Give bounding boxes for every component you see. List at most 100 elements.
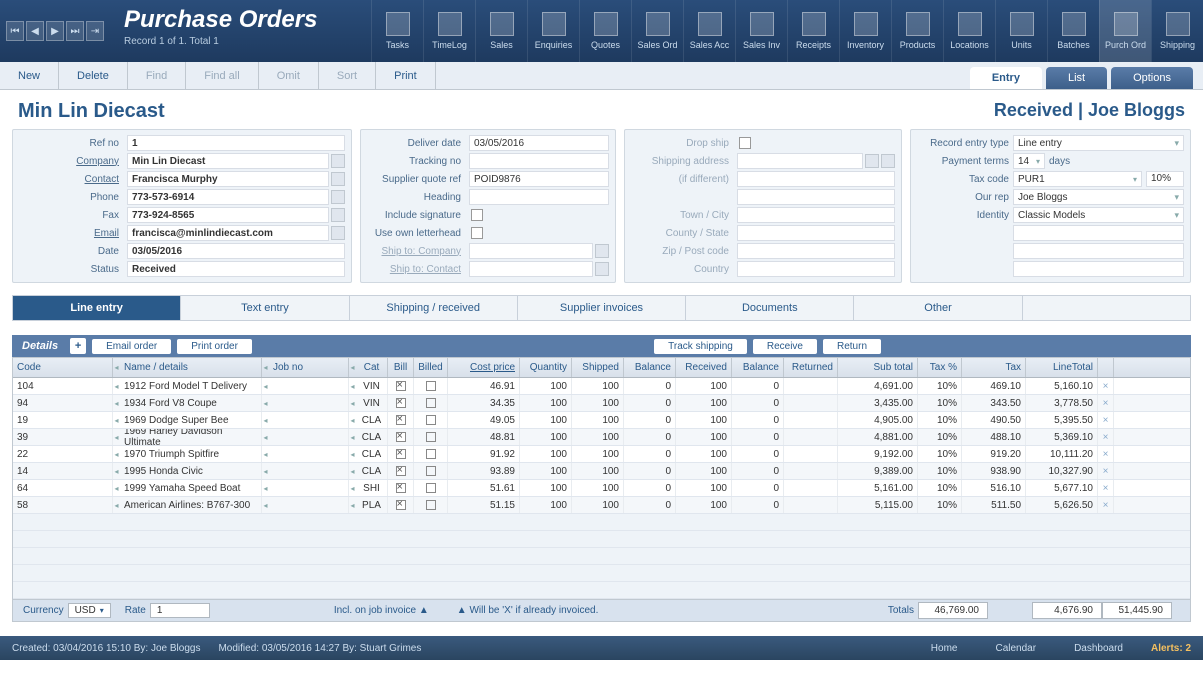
find-button[interactable]: Find <box>128 62 186 89</box>
topicon-sales-inv[interactable]: Sales Inv <box>735 0 787 62</box>
nav-first[interactable]: ⏮ <box>6 21 24 41</box>
col-cost[interactable]: Cost price <box>448 358 520 377</box>
cell-cost[interactable]: 34.35 <box>448 395 520 411</box>
col-ret[interactable]: Returned <box>784 358 838 377</box>
rate-input[interactable]: 1 <box>150 603 210 618</box>
tab-options[interactable]: Options <box>1111 67 1193 89</box>
topicon-shipping[interactable]: Shipping <box>1151 0 1203 62</box>
sort-button[interactable]: Sort <box>319 62 376 89</box>
zip-field[interactable] <box>737 243 895 259</box>
subtab-line-entry[interactable]: Line entry <box>13 296 181 320</box>
cell-cat[interactable]: PLA <box>356 497 388 513</box>
cell-name[interactable]: 1934 Ford V8 Coupe <box>120 395 262 411</box>
email-label[interactable]: Email <box>19 228 127 239</box>
topicon-sales[interactable]: Sales <box>475 0 527 62</box>
col-lt[interactable]: LineTotal <box>1026 358 1098 377</box>
phone-field[interactable]: 773-573-6914 <box>127 189 329 205</box>
shipct-label[interactable]: Ship to: Contact <box>367 264 469 275</box>
col-bal2[interactable]: Balance <box>732 358 784 377</box>
cell-billed[interactable] <box>414 412 448 428</box>
shipct-field[interactable] <box>469 261 593 277</box>
status-field[interactable]: Received <box>127 261 345 277</box>
col-bal1[interactable]: Balance <box>624 358 676 377</box>
company-lookup-icon[interactable] <box>331 154 345 168</box>
delete-row-icon[interactable]: × <box>1098 429 1114 445</box>
table-row[interactable]: 39◂1969 Harley Davidson Ultimate◂◂CLA48.… <box>13 429 1190 446</box>
topicon-products[interactable]: Products <box>891 0 943 62</box>
email-field[interactable]: francisca@minlindiecast.com <box>127 225 329 241</box>
cell-qty[interactable]: 100 <box>520 395 572 411</box>
cell-ship[interactable]: 100 <box>572 412 624 428</box>
cell-job[interactable] <box>269 480 349 496</box>
map-icon[interactable] <box>881 154 895 168</box>
delete-row-icon[interactable]: × <box>1098 480 1114 496</box>
topicon-sales-ord[interactable]: Sales Ord <box>631 0 683 62</box>
addr2-field[interactable] <box>737 189 895 205</box>
cell-cost[interactable]: 49.05 <box>448 412 520 428</box>
cell-name[interactable]: 1970 Triumph Spitfire <box>120 446 262 462</box>
print-order-button[interactable]: Print order <box>177 339 252 354</box>
diff-field[interactable] <box>737 171 895 187</box>
topicon-inventory[interactable]: Inventory <box>839 0 891 62</box>
col-recv[interactable]: Received <box>676 358 732 377</box>
col-qty[interactable]: Quantity <box>520 358 572 377</box>
letterhead-checkbox[interactable] <box>471 227 483 239</box>
cell-recv[interactable]: 100 <box>676 395 732 411</box>
dropship-checkbox[interactable] <box>739 137 751 149</box>
table-row[interactable]: 14◂1995 Honda Civic◂◂CLA93.8910010001000… <box>13 463 1190 480</box>
cell-name[interactable]: 1969 Dodge Super Bee <box>120 412 262 428</box>
delete-row-icon[interactable]: × <box>1098 446 1114 462</box>
phone-icon[interactable] <box>331 190 345 204</box>
cell-bill[interactable] <box>388 378 414 394</box>
subtab-shipping-received[interactable]: Shipping / received <box>350 296 518 320</box>
cell-ret[interactable] <box>784 395 838 411</box>
cell-code[interactable]: 14 <box>13 463 113 479</box>
shipaddr-field[interactable] <box>737 153 863 169</box>
cell-code[interactable]: 22 <box>13 446 113 462</box>
cell-ship[interactable]: 100 <box>572 378 624 394</box>
cell-cat[interactable]: VIN <box>356 378 388 394</box>
cell-ship[interactable]: 100 <box>572 446 624 462</box>
cell-recv[interactable]: 100 <box>676 412 732 428</box>
pin-icon[interactable] <box>865 154 879 168</box>
delete-row-icon[interactable]: × <box>1098 395 1114 411</box>
topicon-purch-ord[interactable]: Purch Ord <box>1099 0 1151 62</box>
cell-name[interactable]: 1995 Honda Civic <box>120 463 262 479</box>
dashboard-button[interactable]: Dashboard <box>1064 643 1133 654</box>
cell-billed[interactable] <box>414 480 448 496</box>
deliver-field[interactable]: 03/05/2016 <box>469 135 609 151</box>
new-button[interactable]: New <box>0 62 59 89</box>
topicon-receipts[interactable]: Receipts <box>787 0 839 62</box>
col-bill[interactable]: Bill <box>388 358 414 377</box>
cell-ship[interactable]: 100 <box>572 480 624 496</box>
table-row[interactable]: 64◂1999 Yamaha Speed Boat◂◂SHI51.6110010… <box>13 480 1190 497</box>
tracking-field[interactable] <box>469 153 609 169</box>
track-shipping-button[interactable]: Track shipping <box>654 339 747 354</box>
col-code[interactable]: Code <box>13 358 113 377</box>
cell-cat[interactable]: CLA <box>356 429 388 445</box>
add-line-button[interactable]: + <box>70 338 86 354</box>
refno-field[interactable]: 1 <box>127 135 345 151</box>
cell-cost[interactable]: 46.91 <box>448 378 520 394</box>
ident-field[interactable]: Classic Models <box>1013 207 1184 223</box>
tab-entry[interactable]: Entry <box>970 67 1042 89</box>
col-billed[interactable]: Billed <box>414 358 448 377</box>
subtab-blank[interactable] <box>1023 296 1190 320</box>
email-icon[interactable] <box>331 226 345 240</box>
delete-row-icon[interactable]: × <box>1098 463 1114 479</box>
cell-ship[interactable]: 100 <box>572 429 624 445</box>
omit-button[interactable]: Omit <box>259 62 319 89</box>
nav-last[interactable]: ⏭ <box>66 21 84 41</box>
cell-ret[interactable] <box>784 480 838 496</box>
cell-ship[interactable]: 100 <box>572 497 624 513</box>
col-sub[interactable]: Sub total <box>838 358 918 377</box>
subtab-documents[interactable]: Documents <box>686 296 854 320</box>
cell-bill[interactable] <box>388 480 414 496</box>
nav-extra[interactable]: ⇥ <box>86 21 104 41</box>
subtab-text-entry[interactable]: Text entry <box>181 296 349 320</box>
shipco-label[interactable]: Ship to: Company <box>367 246 469 257</box>
cell-bill[interactable] <box>388 463 414 479</box>
subtab-supplier-invoices[interactable]: Supplier invoices <box>518 296 686 320</box>
cell-job[interactable] <box>269 497 349 513</box>
contact-field[interactable]: Francisca Murphy <box>127 171 329 187</box>
